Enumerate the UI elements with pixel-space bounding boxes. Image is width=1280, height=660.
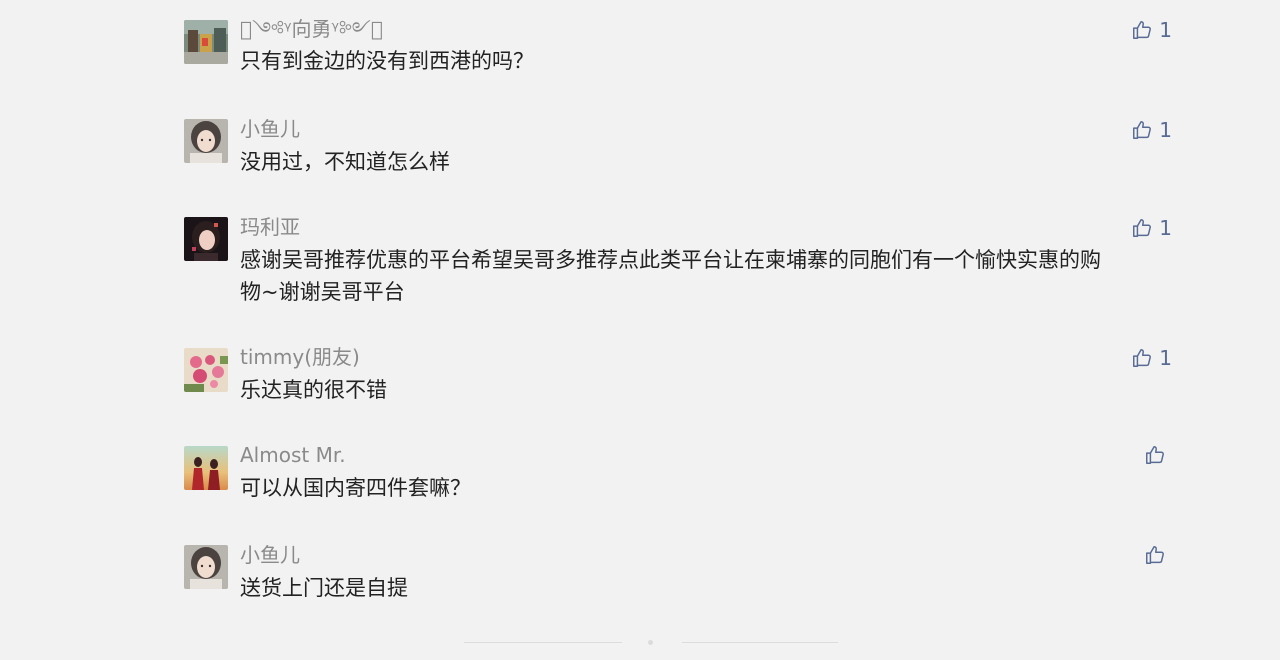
comment-text: 没用过，不知道怎么样 <box>240 150 450 174</box>
thumbs-up-icon <box>1133 21 1152 39</box>
comment-item: 􀀀༺ᵞ向勇ᵞ༻􀀀 只有到金边的没有到西港的吗？ 1 <box>184 0 1180 100</box>
avatar[interactable] <box>184 217 228 261</box>
comment-text: 送货上门还是自提 <box>240 576 408 600</box>
like-count: 1 <box>1159 346 1172 370</box>
commenter-name[interactable]: 小鱼儿 <box>240 115 300 143</box>
comment-item: Almost Mr. 可以从国内寄四件套嘛？ <box>184 426 1180 526</box>
like-count: 1 <box>1159 18 1172 42</box>
like-button[interactable]: 1 <box>1131 216 1172 240</box>
thumbs-up-icon <box>1133 121 1152 139</box>
footer-divider-left <box>464 642 622 643</box>
commenter-name[interactable]: 玛利亚 <box>240 213 300 241</box>
thumbs-up-icon <box>1146 546 1164 564</box>
comment-item: 小鱼儿 送货上门还是自提 <box>184 526 1180 626</box>
comment-item: 玛利亚 感谢吴哥推荐优惠的平台希望吴哥多推荐点此类平台让在柬埔寨的同胞们有一个愉… <box>184 198 1180 328</box>
commenter-name[interactable]: 􀀀༺ᵞ向勇ᵞ༻􀀀 <box>240 15 383 43</box>
comment-item: timmy(朋友) 乐达真的很不错 1 <box>184 328 1180 426</box>
comment-text: 可以从国内寄四件套嘛？ <box>240 476 471 500</box>
footer-divider-right <box>682 642 838 643</box>
comment-item: 小鱼儿 没用过，不知道怎么样 1 <box>184 100 1180 198</box>
avatar[interactable] <box>184 545 228 589</box>
comment-text: 只有到金边的没有到西港的吗？ <box>240 49 534 73</box>
like-count: 1 <box>1159 118 1172 142</box>
avatar[interactable] <box>184 348 228 392</box>
commenter-name[interactable]: 小鱼儿 <box>240 541 300 569</box>
thumbs-up-icon <box>1133 349 1152 367</box>
comment-text: 乐达真的很不错 <box>240 378 387 402</box>
like-button[interactable]: 1 <box>1131 118 1172 142</box>
thumbs-up-icon <box>1146 446 1164 464</box>
like-button[interactable] <box>1144 444 1172 466</box>
commenter-name[interactable]: timmy(朋友) <box>240 343 360 371</box>
footer-divider-dot <box>648 640 653 645</box>
avatar[interactable] <box>184 446 228 490</box>
like-button[interactable] <box>1144 544 1172 566</box>
thumbs-up-icon <box>1133 219 1152 237</box>
avatar[interactable] <box>184 119 228 163</box>
like-button[interactable]: 1 <box>1131 346 1172 370</box>
like-count: 1 <box>1159 216 1172 240</box>
like-button[interactable]: 1 <box>1131 18 1172 42</box>
avatar[interactable] <box>184 20 228 64</box>
commenter-name[interactable]: Almost Mr. <box>240 441 346 469</box>
comment-text: 感谢吴哥推荐优惠的平台希望吴哥多推荐点此类平台让在柬埔寨的同胞们有一个愉快实惠的… <box>240 248 1101 304</box>
